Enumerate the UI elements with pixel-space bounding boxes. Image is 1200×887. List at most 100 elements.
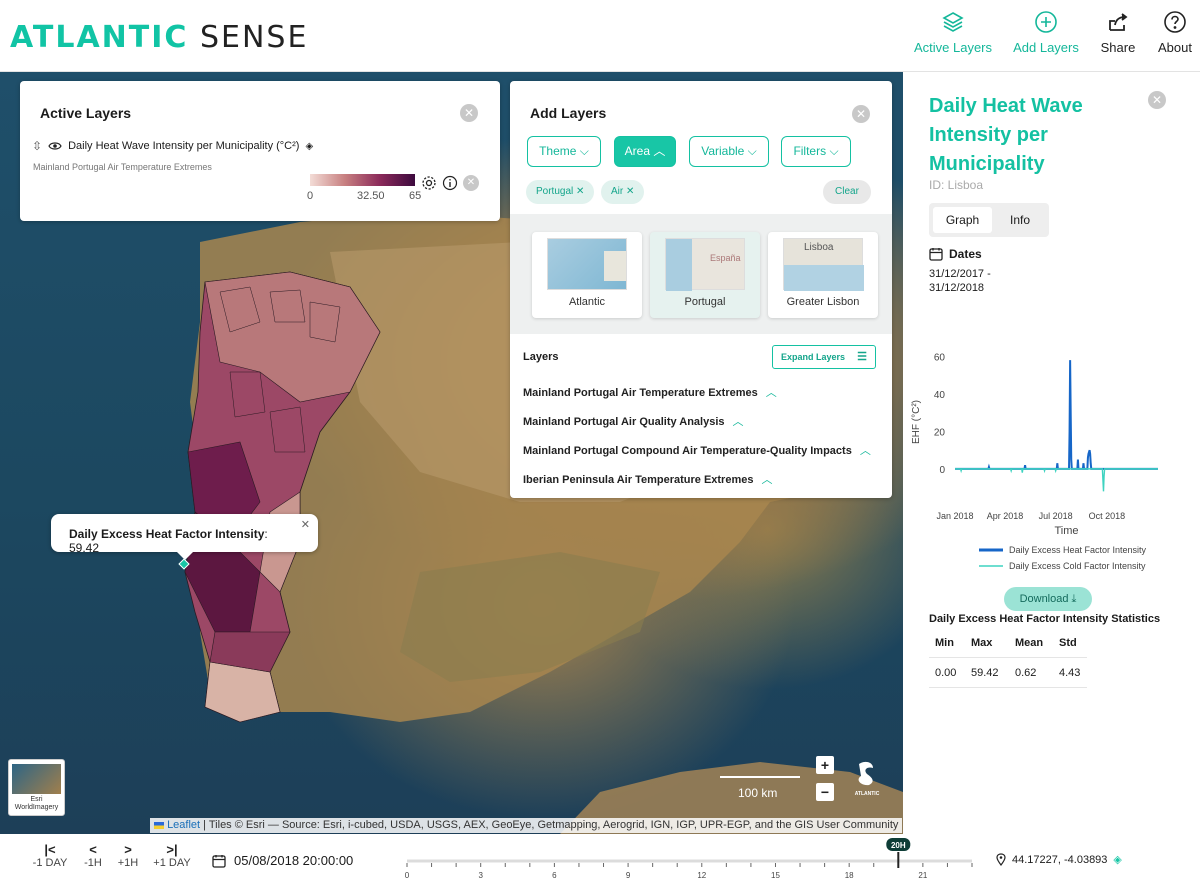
nav-about-label: About <box>1158 40 1192 55</box>
layer-item-compound-impacts[interactable]: Mainland Portugal Compound Air Temperatu… <box>523 442 871 458</box>
details-close-button[interactable]: ✕ <box>1148 91 1166 109</box>
thumbnail-label-espana: España <box>710 253 741 263</box>
legend-colorbar <box>310 174 415 186</box>
slider-tick-label: 6 <box>552 871 557 880</box>
expand-layers-button[interactable]: Expand Layers ☰ <box>772 345 876 369</box>
add-layers-panel: Add Layers ✕ Theme ⌵ Area ︿ Variable ⌵ F… <box>510 81 892 498</box>
popup-close-button[interactable]: ✕ <box>301 518 310 531</box>
calendar-icon <box>929 248 943 261</box>
nav-active-layers-button[interactable]: Active Layers <box>913 10 993 55</box>
stats-value-max: 59.42 <box>971 666 999 679</box>
legend-min: 0 <box>307 190 314 202</box>
dates-range-end: 31/12/2018 <box>929 282 985 294</box>
back-one-day-button[interactable]: |< -1 DAY <box>32 842 68 869</box>
legend-mid: 32.50 <box>357 190 385 202</box>
dates-range-start: 31/12/2017 - <box>929 268 991 280</box>
active-layers-close-button[interactable]: ✕ <box>460 104 478 122</box>
skip-back-icon: |< <box>44 842 56 857</box>
layers-icon <box>942 12 964 32</box>
nav-add-layers-label: Add Layers <box>1013 40 1079 55</box>
download-icon: ⤓ <box>1071 593 1077 605</box>
diamond-icon: ◈ <box>1113 854 1122 866</box>
dates-range: 31/12/2017 - 31/12/2018 <box>929 267 991 295</box>
datetime-picker[interactable]: 05/08/2018 20:00:00 <box>212 853 353 868</box>
slider-badge-label: 20H <box>891 841 906 850</box>
coordinates-value: 44.17227, -4.03893 <box>1012 853 1108 866</box>
zoom-in-button[interactable]: + <box>816 756 834 774</box>
slider-tick-label: 12 <box>697 871 706 880</box>
basemap-thumbnail <box>12 764 61 794</box>
remove-layer-button[interactable]: ✕ <box>463 175 479 191</box>
stats-header-mean: Mean <box>1015 636 1044 649</box>
y-tick-label: 0 <box>939 465 945 476</box>
hour-slider[interactable]: 0 3 6 9 12 15 18 21 20H <box>395 834 985 887</box>
area-card-greater-lisbon[interactable]: Lisboa Greater Lisbon <box>768 232 878 318</box>
leaflet-link[interactable]: Leaflet <box>167 819 200 831</box>
gear-icon[interactable] <box>421 175 437 191</box>
watermark-logo: ATLANTIC <box>850 760 884 800</box>
diamond-icon: ◈ <box>305 140 314 152</box>
info-icon[interactable] <box>442 175 458 191</box>
filter-area-button[interactable]: Area ︿ <box>614 136 676 167</box>
layer-item-air-quality-analysis[interactable]: Mainland Portugal Air Quality Analysis ︿ <box>523 413 744 429</box>
popup-label: Daily Excess Heat Factor Intensity <box>69 527 265 541</box>
watermark-text: ATLANTIC <box>854 791 880 797</box>
filter-variable-button[interactable]: Variable ⌵ <box>689 136 769 167</box>
tag-air[interactable]: Air ✕ <box>601 180 645 204</box>
zoom-out-button[interactable]: − <box>816 783 834 801</box>
details-id: ID: Lisboa <box>929 178 984 192</box>
atlantic-wave-logo <box>858 761 873 786</box>
tab-graph[interactable]: Graph <box>933 207 992 233</box>
clear-tags-button[interactable]: Clear <box>823 180 871 204</box>
filter-theme-button[interactable]: Theme ⌵ <box>527 136 601 167</box>
legend-label: Daily Excess Cold Factor Intensity <box>1009 561 1146 571</box>
stats-value-std: 4.43 <box>1059 666 1081 679</box>
nav-share-button[interactable]: Share <box>1096 10 1140 55</box>
slider-tick-label: 18 <box>845 871 854 880</box>
lisbon-map-thumbnail: Lisboa <box>783 238 864 291</box>
back-one-hour-button[interactable]: < -1H <box>80 842 106 869</box>
stats-header-std: Std <box>1059 636 1077 649</box>
slider-tick-label: 21 <box>918 871 927 880</box>
legend-max: 65 <box>409 190 422 202</box>
stats-value-mean: 0.62 <box>1015 666 1037 679</box>
forward-one-day-button[interactable]: >| +1 DAY <box>152 842 192 869</box>
x-tick-label: Jul 2018 <box>1039 511 1073 521</box>
layer-item-iberian-temperature-extremes[interactable]: Iberian Peninsula Air Temperature Extrem… <box>523 471 772 487</box>
tab-info[interactable]: Info <box>995 207 1045 233</box>
stats-header-min: Min <box>935 636 954 649</box>
nav-share-label: Share <box>1100 40 1136 55</box>
help-icon <box>1164 11 1186 33</box>
area-card-atlantic[interactable]: Atlantic <box>532 232 642 318</box>
legend-label: Daily Excess Heat Factor Intensity <box>1009 545 1147 555</box>
share-icon <box>1109 13 1128 31</box>
active-layer-name: Daily Heat Wave Intensity per Municipali… <box>68 140 300 152</box>
slider-tick-label: 3 <box>478 871 483 880</box>
forward-one-hour-button[interactable]: > +1H <box>114 842 142 869</box>
nav-about-button[interactable]: About <box>1154 10 1196 55</box>
tag-portugal[interactable]: Portugal ✕ <box>526 180 595 204</box>
map-canvas[interactable]: Active Layers ✕ ⇳ Daily Heat Wave Intens… <box>0 72 903 834</box>
slider-tick-label: 9 <box>626 871 631 880</box>
area-card-greater-lisbon-label: Greater Lisbon <box>786 296 860 308</box>
scale-bar <box>720 776 800 778</box>
area-card-portugal[interactable]: España Portugal <box>650 232 760 318</box>
map-attribution: Leaflet | Tiles © Esri — Source: Esri, i… <box>150 818 903 833</box>
layer-item-air-temperature-extremes[interactable]: Mainland Portugal Air Temperature Extrem… <box>523 384 777 400</box>
basemap-switcher[interactable]: Esri WorldImagery <box>8 759 65 816</box>
filter-filters-button[interactable]: Filters ⌵ <box>781 136 851 167</box>
download-button[interactable]: Download ⤓ <box>1004 587 1092 611</box>
chevron-up-icon: ︿ <box>732 416 744 428</box>
area-card-atlantic-label: Atlantic <box>568 296 606 308</box>
y-tick-label: 20 <box>934 427 946 438</box>
stats-table: Min Max Mean Std 0.00 59.42 0.62 4.43 <box>929 628 1087 688</box>
add-layers-close-button[interactable]: ✕ <box>852 105 870 123</box>
nav-add-layers-button[interactable]: Add Layers <box>1010 10 1082 55</box>
drag-handle-icon[interactable]: ⇳ <box>32 139 42 153</box>
area-card-portugal-label: Portugal <box>684 296 726 308</box>
eye-icon[interactable] <box>48 141 62 151</box>
app-logo[interactable]: ATLANTIC SENSE <box>10 20 308 55</box>
ehf-line-chart: 0 20 40 60 EHF (°C²) Jan 2018 Apr 2018 Jul 2018… <box>911 352 1158 571</box>
calendar-icon <box>212 854 226 868</box>
timeline-bar: |< -1 DAY < -1H > +1H >| +1 DAY 05/08/2018 2… <box>0 834 1200 887</box>
